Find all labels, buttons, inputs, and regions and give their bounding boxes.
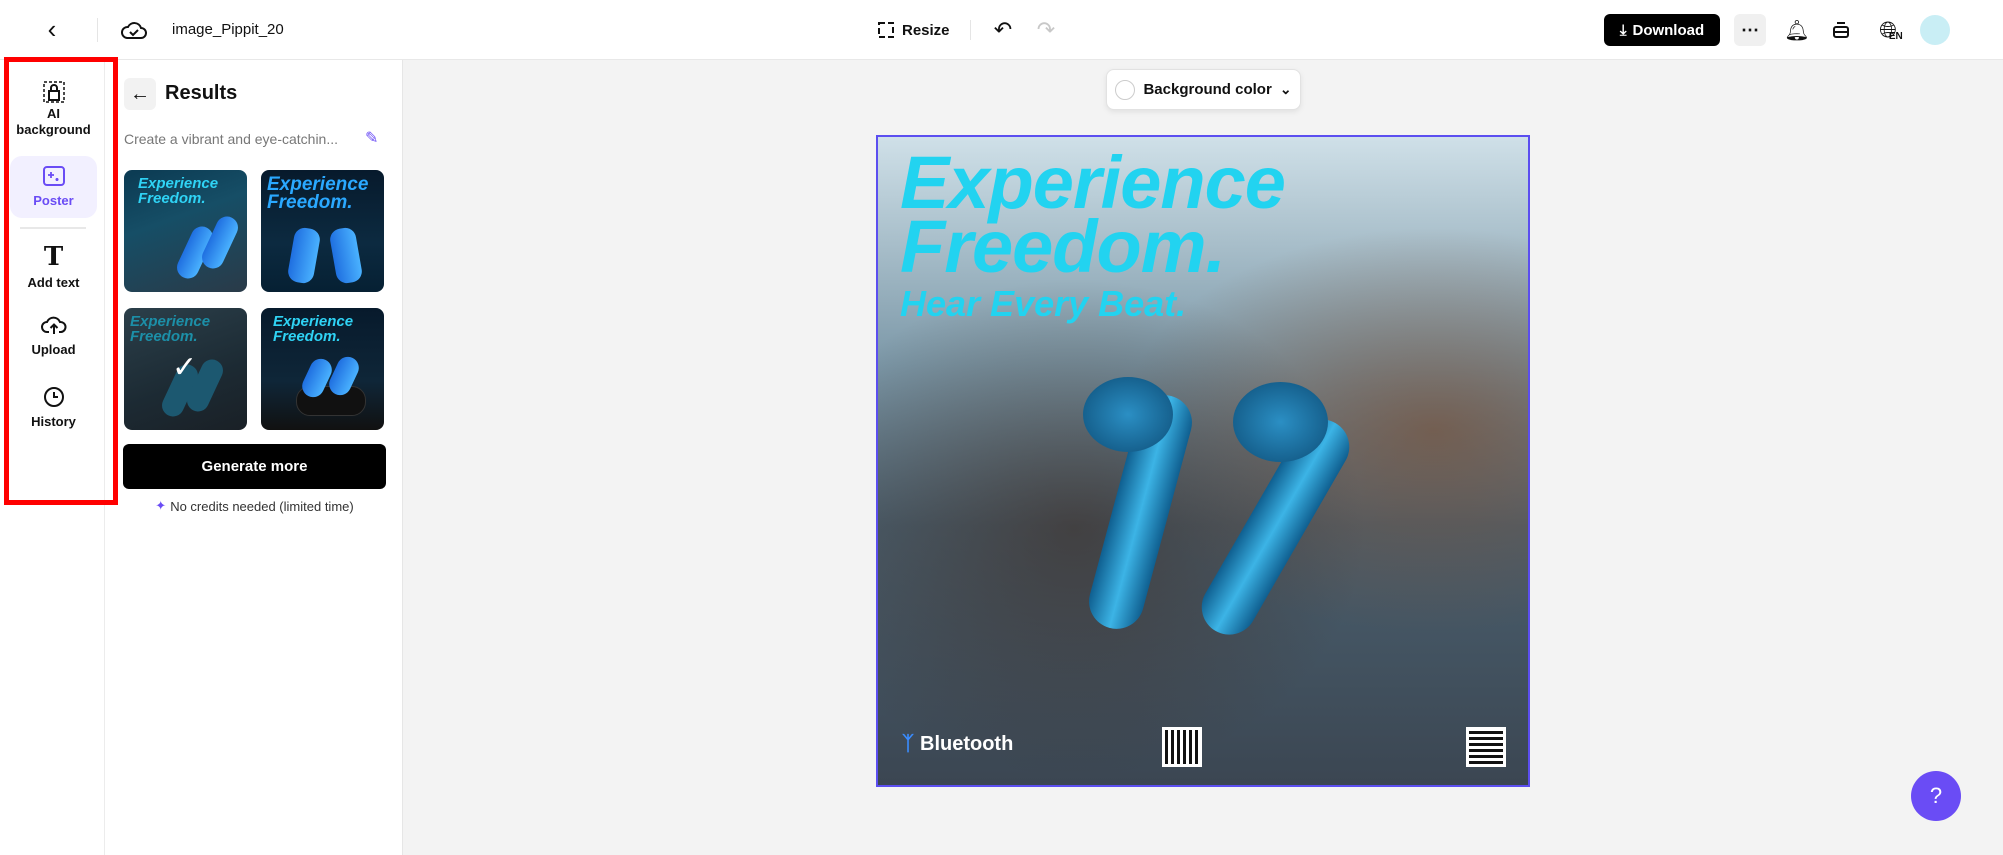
prompt-text: Create a vibrant and eye-catchin... — [124, 131, 339, 147]
bluetooth-icon: ᛉ — [902, 733, 914, 755]
text-icon: T — [43, 242, 64, 272]
rail-item-label: AI background — [16, 106, 91, 137]
rail-item-poster[interactable]: Poster — [10, 156, 97, 218]
results-panel: ← Results Create a vibrant and eye-catch… — [105, 60, 403, 855]
rail-item-upload[interactable]: Upload — [10, 314, 97, 358]
thumb-headline: Experience Freedom. — [267, 174, 369, 213]
rail-item-add-text[interactable]: T Add text — [10, 243, 97, 291]
document-title[interactable]: image_Pippit_20 — [172, 21, 284, 38]
thumb-headline: Experience Freedom. — [138, 175, 219, 207]
language-code: EN — [1888, 30, 1903, 42]
resize-label: Resize — [902, 21, 950, 39]
language-button[interactable]: 🌐︎ EN — [1874, 16, 1908, 44]
qr-code — [1466, 727, 1506, 767]
divider — [970, 20, 971, 40]
divider — [20, 227, 86, 229]
thumb-headline: Experience Freedom. — [273, 313, 354, 345]
earbud-right-head — [1233, 382, 1328, 462]
chevron-down-icon: ⌄ — [1279, 81, 1292, 97]
download-icon: ⤓ — [1619, 21, 1627, 39]
left-tool-rail: AI background Poster T Add text Upload H… — [0, 60, 105, 855]
undo-icon[interactable]: ↶ — [990, 17, 1016, 43]
result-thumbnail-3-selected[interactable]: Experience Freedom. ✓ — [124, 308, 247, 430]
rail-item-label: Poster — [33, 193, 74, 208]
clock-icon — [43, 387, 64, 407]
cloud-saved-icon — [120, 16, 148, 44]
rail-item-label: Upload — [31, 342, 76, 357]
bell-icon[interactable]: 🔔︎ — [1784, 16, 1810, 44]
resize-button[interactable]: Resize — [876, 17, 950, 43]
ai-background-icon — [42, 81, 65, 103]
drawer-icon[interactable] — [1829, 18, 1853, 42]
top-bar: ‹ image_Pippit_20 Resize ↶ ↷ ⤓ Download ⋯… — [0, 0, 2003, 60]
edit-pencil-icon[interactable]: ✎ — [365, 128, 378, 148]
poster-canvas[interactable]: Experience Freedom. Hear Every Beat. ᛉ Bl… — [876, 135, 1530, 787]
result-thumbnail-2[interactable]: Experience Freedom. — [261, 170, 384, 292]
divider — [97, 18, 98, 42]
background-color-label: Background color — [1143, 81, 1272, 98]
credits-note: ✦ No credits needed (limited time) — [123, 498, 386, 514]
poster-headline: Experience Freedom. — [900, 146, 1286, 288]
download-label: Download — [1632, 21, 1705, 39]
download-button[interactable]: ⤓ Download — [1604, 14, 1720, 46]
help-button[interactable]: ? — [1911, 771, 1961, 821]
credits-text: No credits needed (limited time) — [170, 498, 354, 514]
back-chevron-icon[interactable]: ‹ — [40, 14, 64, 44]
redo-icon[interactable]: ↷ — [1033, 17, 1059, 43]
thumb-headline: Experience Freedom. — [130, 313, 211, 345]
bluetooth-logo: ᛉ Bluetooth — [902, 733, 1013, 756]
background-color-dropdown[interactable]: Background color ⌄ — [1106, 69, 1301, 110]
sparkle-icon: ✦ — [155, 498, 167, 513]
generate-more-button[interactable]: Generate more — [123, 444, 386, 489]
upload-cloud-icon — [40, 316, 67, 334]
poster-subheadline: Hear Every Beat. — [900, 283, 1187, 324]
rail-item-label: History — [31, 414, 76, 429]
selected-check-icon: ✓ — [172, 351, 198, 384]
poster-icon — [42, 166, 65, 186]
color-swatch — [1115, 79, 1136, 100]
poster-headline-line2: Freedom. — [900, 205, 1226, 288]
panel-title: Results — [165, 82, 238, 104]
earbud-left-head — [1083, 377, 1173, 452]
qr-code — [1162, 727, 1202, 767]
rail-item-history[interactable]: History — [10, 386, 97, 430]
back-arrow-button[interactable]: ← — [124, 78, 156, 110]
more-options-button[interactable]: ⋯ — [1734, 14, 1766, 46]
rail-item-label: Add text — [27, 275, 80, 290]
rail-item-ai-background[interactable]: AI background — [10, 78, 97, 138]
resize-icon — [878, 22, 894, 38]
question-icon: ? — [1929, 783, 1943, 808]
avatar[interactable] — [1920, 15, 1950, 45]
result-thumbnail-4[interactable]: Experience Freedom. — [261, 308, 384, 430]
result-thumbnail-1[interactable]: Experience Freedom. — [124, 170, 247, 292]
bluetooth-label: Bluetooth — [920, 733, 1014, 755]
